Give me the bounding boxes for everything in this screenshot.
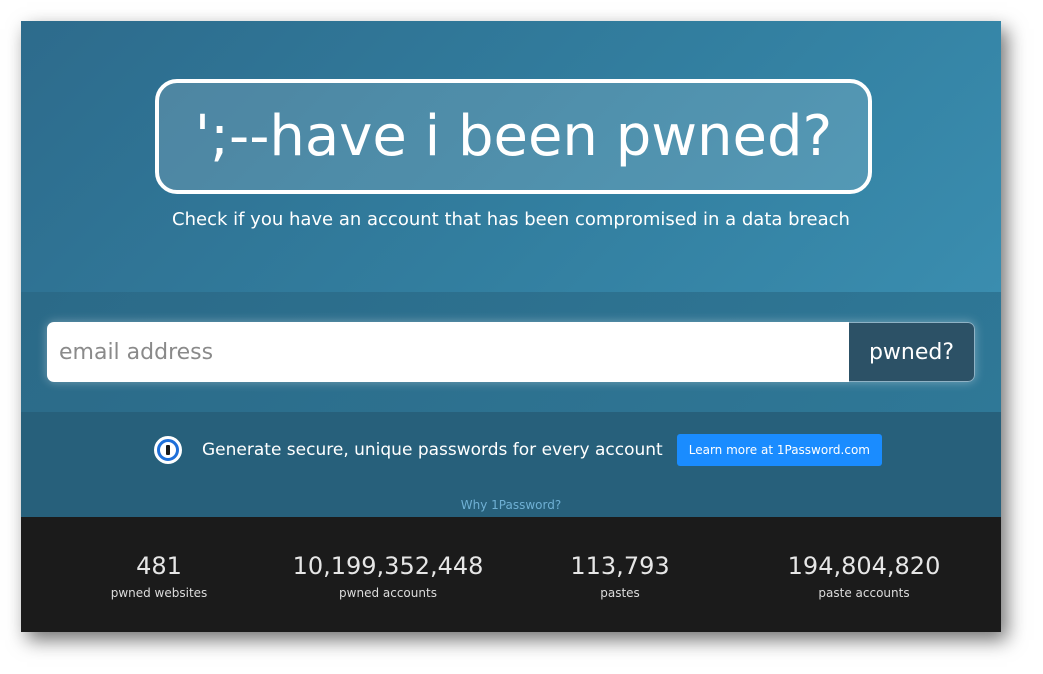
promo-row: Generate secure, unique passwords for ev… [154, 434, 882, 466]
pwned-button[interactable]: pwned? [849, 322, 975, 382]
tagline: Check if you have an account that has be… [172, 209, 850, 230]
stat-pwned-accounts: 10,199,352,448 pwned accounts [288, 552, 488, 600]
promo-text: Generate secure, unique passwords for ev… [202, 440, 663, 460]
stat-pastes: 113,793 pastes [550, 552, 690, 600]
logo-text: ';--have i been pwned? [194, 104, 833, 169]
hero-section: ';--have i been pwned? Check if you have… [21, 21, 1001, 292]
stat-paste-accounts: 194,804,820 paste accounts [774, 552, 954, 600]
stat-pwned-websites: 481 pwned websites [99, 552, 219, 600]
screenshot-frame: ';--have i been pwned? Check if you have… [21, 21, 1001, 632]
stat-value: 113,793 [570, 552, 670, 580]
stat-label: pwned websites [110, 586, 208, 600]
stat-value: 194,804,820 [787, 552, 941, 580]
search-section: pwned? [21, 292, 1001, 412]
1password-icon [154, 436, 182, 464]
password-promo: Generate secure, unique passwords for ev… [21, 412, 1001, 517]
stat-value: 10,199,352,448 [292, 552, 484, 580]
learn-more-button[interactable]: Learn more at 1Password.com [676, 434, 882, 466]
stat-label: pwned accounts [339, 586, 437, 600]
stats-section: 481 pwned websites 10,199,352,448 pwned … [21, 517, 1001, 632]
why-1password-link[interactable]: Why 1Password? [21, 498, 1001, 512]
stat-label: paste accounts [818, 586, 910, 600]
site-logo[interactable]: ';--have i been pwned? [155, 79, 872, 194]
search-form: pwned? [47, 322, 975, 382]
stat-label: pastes [600, 586, 640, 600]
stat-value: 481 [136, 552, 182, 580]
email-input[interactable] [47, 322, 849, 382]
